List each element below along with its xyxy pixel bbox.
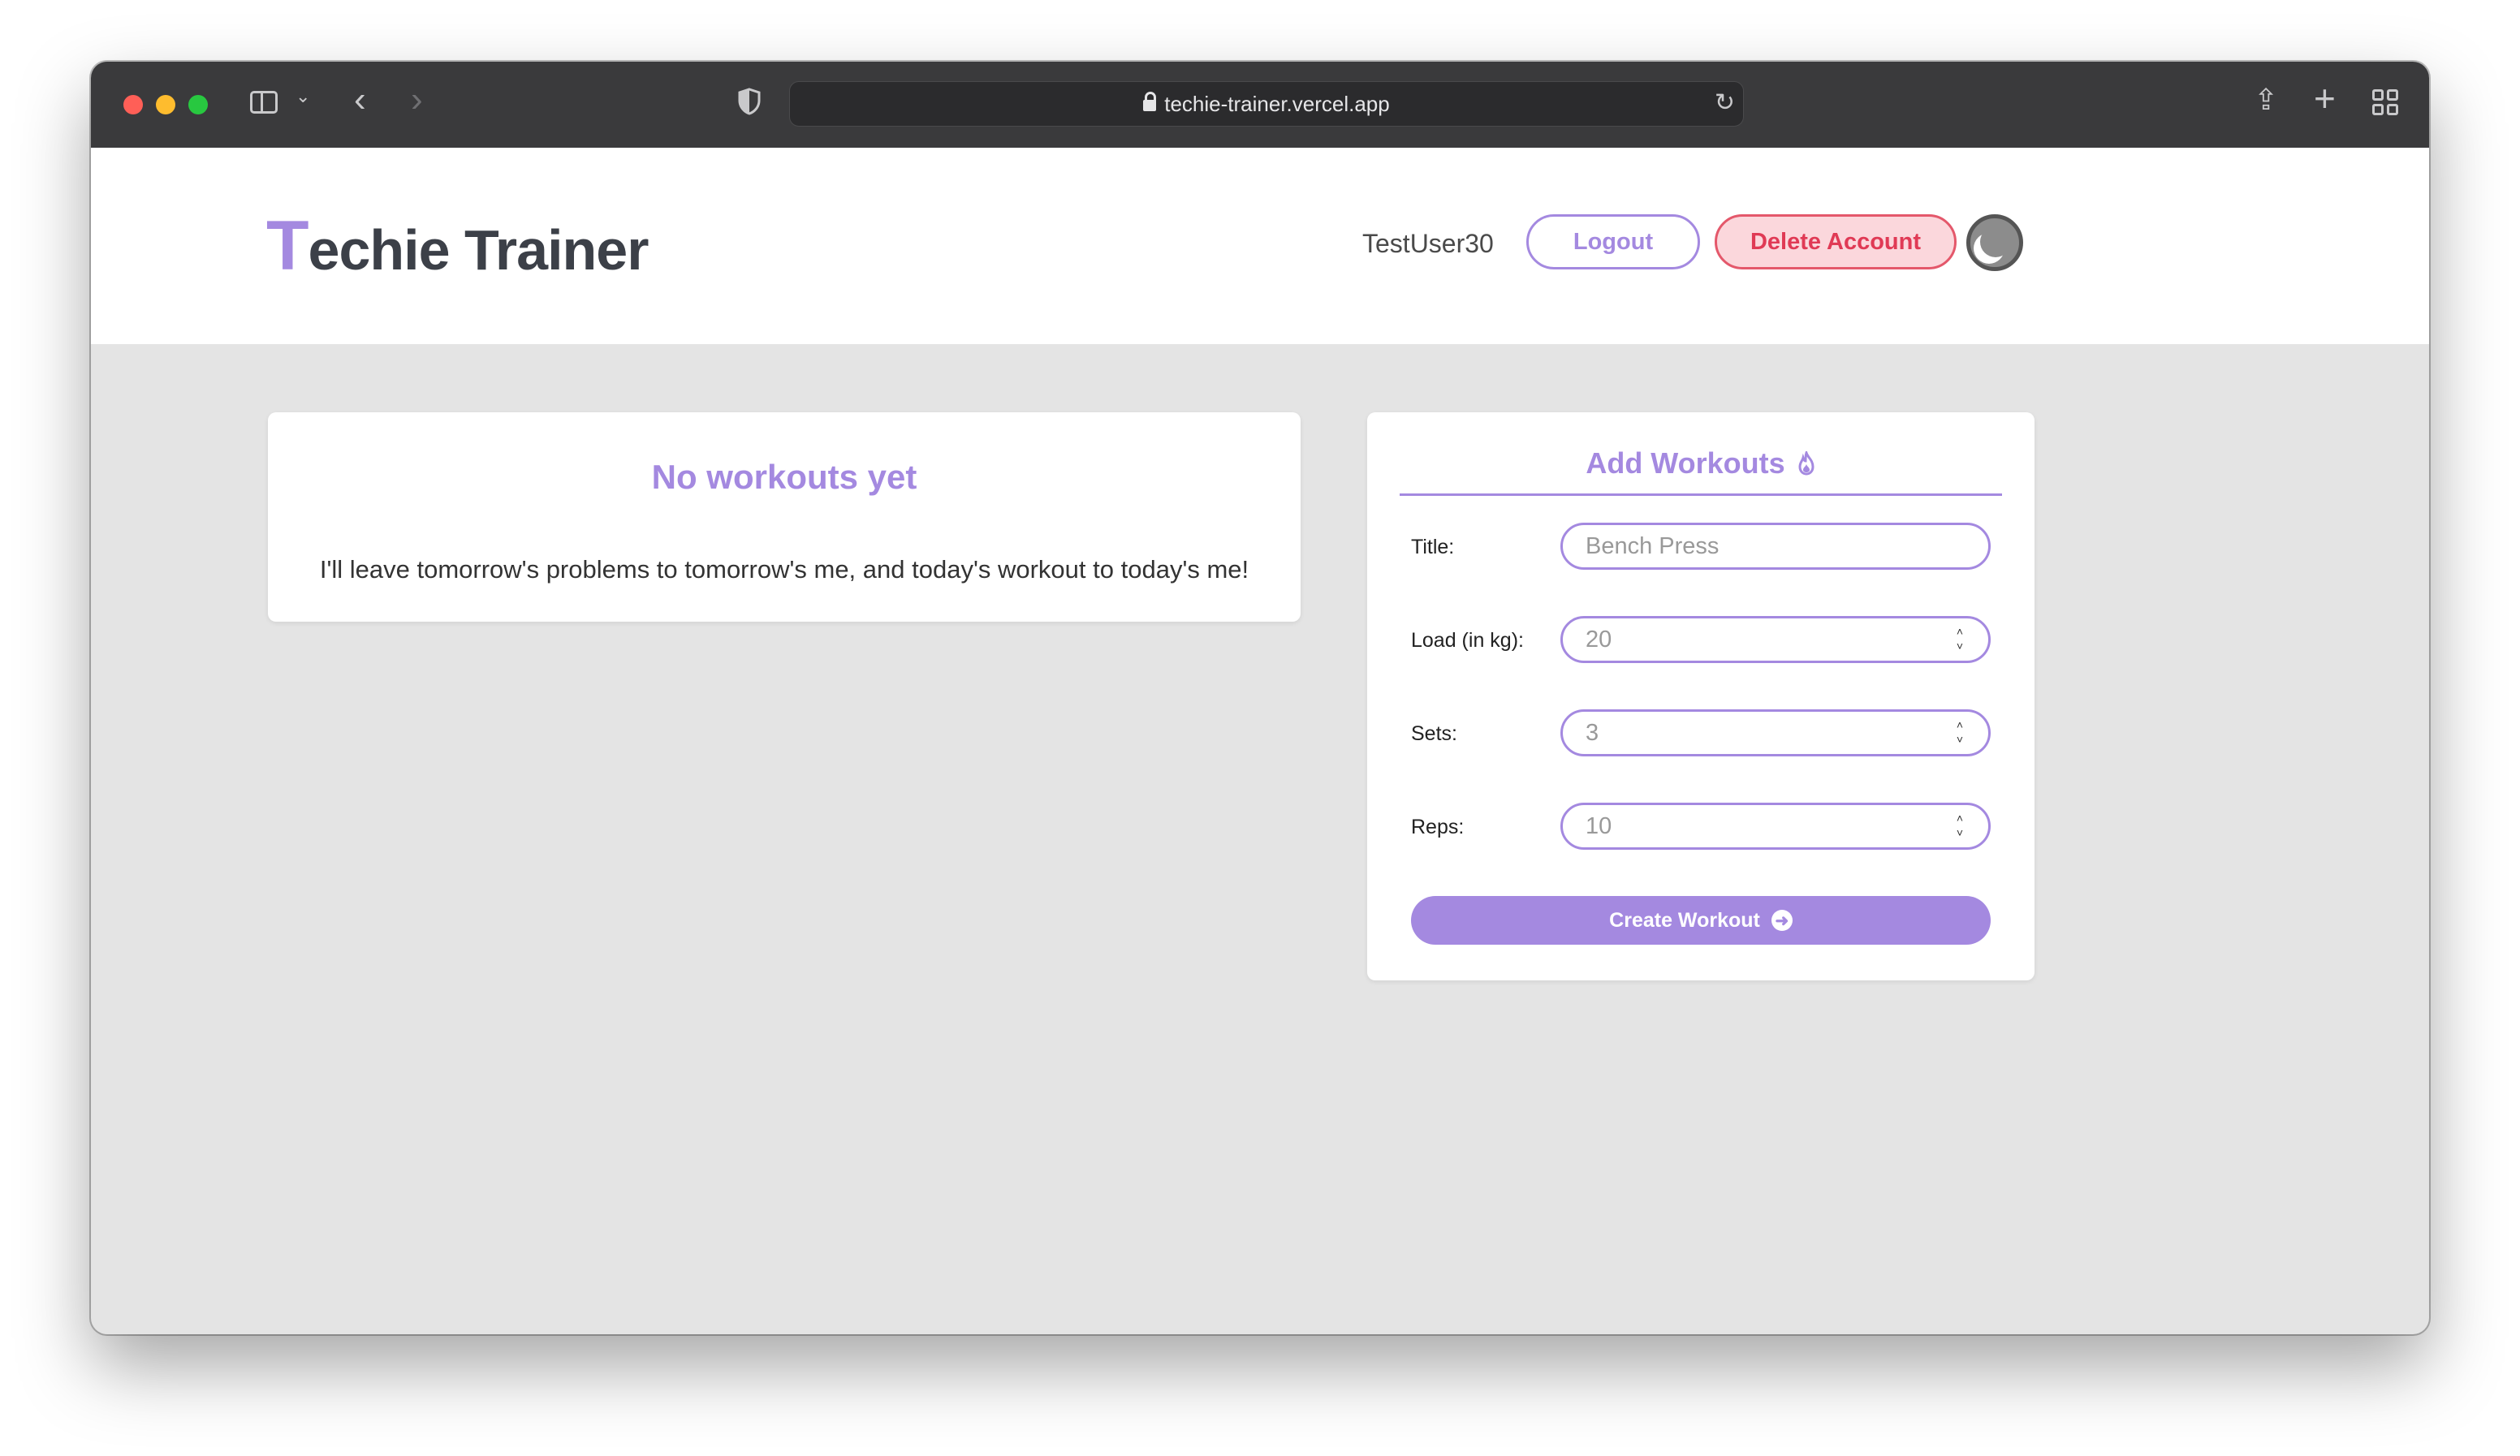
logo[interactable]: Techie Trainer [266, 206, 649, 286]
logo-text: echie Trainer [308, 218, 649, 282]
load-input[interactable] [1560, 616, 1991, 663]
address-bar[interactable]: techie-trainer.vercel.app ↻ [789, 81, 1744, 127]
lock-icon [1143, 92, 1157, 111]
reload-icon[interactable]: ↻ [1715, 88, 1735, 117]
chevron-down-icon[interactable]: ⌄ [296, 86, 310, 107]
title-row: Title: [1411, 523, 1991, 570]
browser-window: ⌄ ‹ › techie-trainer.vercel.app ↻ ⇪ + Te… [91, 62, 2429, 1334]
forward-icon[interactable]: › [411, 80, 423, 120]
form-divider [1400, 493, 2002, 496]
create-workout-label: Create Workout [1609, 908, 1760, 932]
reps-label: Reps: [1411, 816, 1465, 838]
form-title: Add Workouts [1367, 446, 2035, 480]
load-row: Load (in kg): ˄˅ [1411, 616, 1991, 663]
shield-icon[interactable] [737, 88, 762, 115]
delete-account-button[interactable]: Delete Account [1715, 214, 1957, 269]
title-input[interactable] [1560, 523, 1991, 570]
share-icon[interactable]: ⇪ [2254, 83, 2278, 117]
sets-input[interactable] [1560, 709, 1991, 756]
load-label: Load (in kg): [1411, 629, 1524, 652]
add-workout-form: Add Workouts Title: Load (in kg): ˄˅ Set… [1367, 412, 2035, 980]
moon-icon[interactable] [1966, 214, 2023, 271]
close-window-button[interactable] [123, 95, 143, 114]
app-header: Techie Trainer TestUser30 Logout Delete … [91, 148, 2429, 344]
load-stepper[interactable]: ˄ ˅ [1953, 624, 1966, 655]
back-icon[interactable]: ‹ [354, 80, 366, 120]
tab-overview-icon[interactable] [2372, 89, 2398, 115]
logo-initial: T [266, 207, 309, 285]
maximize-window-button[interactable] [188, 95, 208, 114]
arrow-right-circle-icon: ➜ [1771, 910, 1793, 931]
reps-row: Reps: ˄˅ [1411, 803, 1991, 850]
sets-stepper[interactable]: ˄ ˅ [1953, 717, 1966, 748]
plus-icon[interactable]: + [2314, 76, 2336, 120]
title-label: Title: [1411, 536, 1455, 558]
reps-stepper[interactable]: ˄ ˅ [1953, 811, 1966, 842]
url-text: techie-trainer.vercel.app [1164, 92, 1390, 116]
sets-label: Sets: [1411, 722, 1457, 745]
username: TestUser30 [1362, 229, 1494, 258]
form-title-text: Add Workouts [1586, 446, 1785, 480]
workouts-list-card: No workouts yet I'll leave tomorrow's pr… [268, 412, 1301, 622]
create-workout-button[interactable]: Create Workout ➜ [1411, 896, 1991, 945]
sidebar-icon[interactable] [250, 91, 278, 114]
browser-toolbar: ⌄ ‹ › techie-trainer.vercel.app ↻ ⇪ + [91, 62, 2429, 148]
sets-row: Sets: ˄˅ [1411, 709, 1991, 756]
fire-icon [1798, 451, 1814, 476]
empty-state-message: I'll leave tomorrow's problems to tomorr… [319, 555, 1249, 584]
empty-state-title: No workouts yet [651, 458, 917, 496]
reps-input[interactable] [1560, 803, 1991, 850]
minimize-window-button[interactable] [156, 95, 175, 114]
logout-button[interactable]: Logout [1526, 214, 1700, 269]
